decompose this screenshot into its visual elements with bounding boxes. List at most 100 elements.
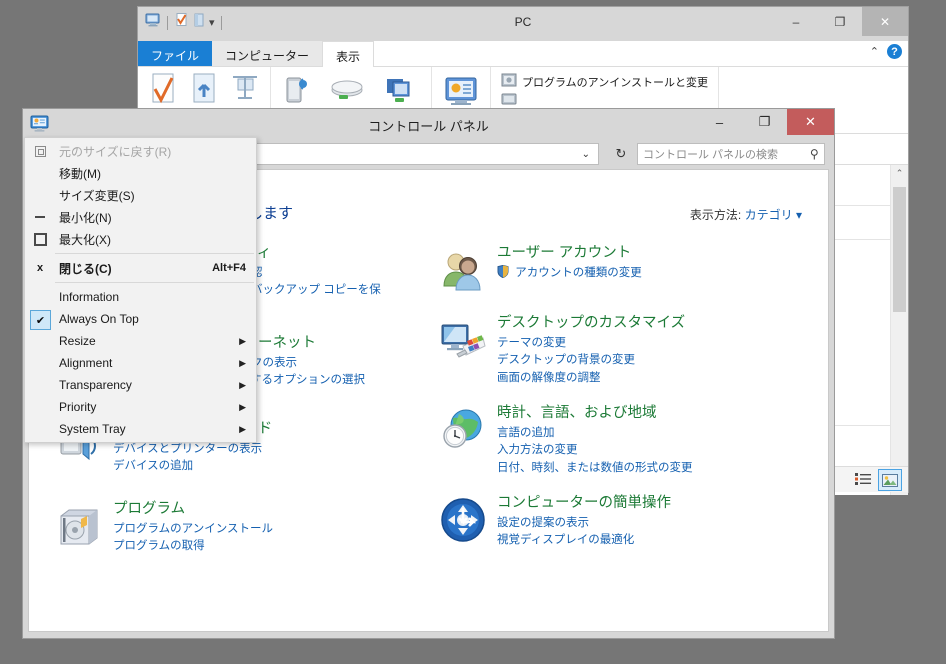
close-icon: x bbox=[25, 257, 55, 279]
pc-ribbon-tabs[interactable]: ファイル コンピューター 表示 ⌃ ? bbox=[138, 41, 908, 67]
minimize-icon bbox=[25, 206, 55, 228]
menu-item-label: 元のサイズに戻す(R) bbox=[59, 143, 171, 160]
menu-item-label: Alignment bbox=[59, 356, 112, 370]
system-tray-icon bbox=[25, 418, 55, 440]
tab-view[interactable]: 表示 bbox=[322, 41, 374, 67]
open-large-icon[interactable] bbox=[189, 73, 219, 112]
menu-item-label: 最大化(X) bbox=[59, 231, 111, 248]
menu-item-label: Priority bbox=[59, 400, 96, 414]
maximize-icon bbox=[25, 228, 55, 250]
view-by-selector[interactable]: 表示方法: カテゴリ ▾ bbox=[690, 206, 802, 223]
pc-window-controls[interactable]: – ❐ ✕ bbox=[774, 7, 908, 36]
category-link[interactable]: テーマの変更 bbox=[497, 335, 781, 352]
menu-item-label: Transparency bbox=[59, 378, 132, 392]
control-panel-titlebar[interactable]: コントロール パネル – ❐ ✕ bbox=[23, 109, 834, 139]
menu-item-minimize[interactable]: 最小化(N) bbox=[25, 206, 256, 228]
chevron-down-icon[interactable]: ▾ bbox=[796, 208, 802, 222]
menu-item-restore[interactable]: 元のサイズに戻す(R) bbox=[25, 140, 256, 162]
system-context-menu[interactable]: 元のサイズに戻す(R) 移動(M) サイズ変更(S) 最小化(N) 最大化(X)… bbox=[24, 137, 257, 443]
ribbon-command-uninstall[interactable]: プログラムのアンインストールと変更 bbox=[501, 72, 708, 91]
help-icon[interactable]: ? bbox=[887, 44, 902, 59]
menu-item-system-tray[interactable]: System Tray ▶ bbox=[25, 418, 256, 440]
menu-item-label: Information bbox=[59, 290, 119, 304]
control-panel-window-controls[interactable]: – ❐ ✕ bbox=[697, 109, 834, 135]
category-ease-of-access[interactable]: コンピューターの簡単操作 設定の提案の表示 視覚ディスプレイの最適化 bbox=[431, 494, 781, 554]
refresh-icon[interactable]: ↻ bbox=[609, 143, 633, 165]
menu-item-resize[interactable]: Resize ▶ bbox=[25, 330, 256, 352]
menu-separator-2 bbox=[27, 282, 254, 283]
category-link[interactable]: 日付、時刻、または数値の形式の変更 bbox=[497, 460, 781, 477]
category-link[interactable]: 言語の追加 bbox=[497, 425, 781, 442]
category-title[interactable]: ユーザー アカウント bbox=[497, 244, 781, 262]
pc-vertical-scrollbar[interactable]: ⌃ ⌄ bbox=[890, 165, 908, 495]
category-link[interactable]: プログラムのアンインストール bbox=[113, 521, 387, 538]
category-user-accounts[interactable]: ユーザー アカウント アカウントの種類の変更 bbox=[431, 244, 781, 300]
search-icon[interactable]: ⚲ bbox=[810, 147, 819, 161]
large-icons-view-icon[interactable] bbox=[878, 469, 902, 491]
menu-item-label: System Tray bbox=[59, 422, 126, 436]
category-link-text: アカウントの種類の変更 bbox=[515, 267, 642, 279]
category-link[interactable]: プログラムの取得 bbox=[113, 538, 387, 555]
view-mode-buttons[interactable] bbox=[852, 469, 902, 491]
category-link[interactable]: 入力方法の変更 bbox=[497, 442, 781, 459]
category-title[interactable]: プログラム bbox=[113, 500, 387, 518]
pc-titlebar[interactable]: ▾ PC – ❐ ✕ bbox=[138, 7, 908, 41]
menu-item-close[interactable]: x 閉じる(C) Alt+F4 bbox=[25, 257, 256, 279]
pc-minimize-button[interactable]: – bbox=[774, 7, 818, 36]
category-title[interactable]: デスクトップのカスタマイズ bbox=[497, 314, 781, 332]
chevron-down-icon[interactable]: ⌄ bbox=[582, 149, 594, 160]
chevron-up-icon[interactable]: ⌃ bbox=[870, 45, 879, 58]
category-link[interactable]: 設定の提案の表示 bbox=[497, 515, 781, 532]
menu-item-label: サイズ変更(S) bbox=[59, 187, 135, 204]
information-icon bbox=[25, 286, 55, 308]
category-link[interactable]: デスクトップの背景の変更 bbox=[497, 352, 781, 369]
menu-item-move[interactable]: 移動(M) bbox=[25, 162, 256, 184]
restore-icon bbox=[25, 140, 55, 162]
details-view-icon[interactable] bbox=[852, 469, 874, 489]
programs-icon bbox=[55, 502, 103, 550]
category-title[interactable]: コンピューターの簡単操作 bbox=[497, 494, 781, 512]
resize-icon bbox=[25, 330, 55, 352]
category-link[interactable]: 画面の解像度の調整 bbox=[497, 370, 781, 387]
submenu-arrow-icon: ▶ bbox=[239, 358, 246, 369]
properties-large-icon[interactable] bbox=[148, 73, 178, 112]
menu-item-alignment[interactable]: Alignment ▶ bbox=[25, 352, 256, 374]
appearance-icon bbox=[439, 316, 487, 364]
search-placeholder: コントロール パネルの検索 bbox=[643, 146, 778, 162]
menu-item-transparency[interactable]: Transparency ▶ bbox=[25, 374, 256, 396]
menu-item-priority[interactable]: Priority ▶ bbox=[25, 396, 256, 418]
rename-large-icon[interactable] bbox=[230, 73, 260, 112]
pc-maximize-button[interactable]: ❐ bbox=[818, 7, 862, 36]
tab-computer[interactable]: コンピューター bbox=[212, 41, 322, 66]
cp-minimize-button[interactable]: – bbox=[697, 109, 742, 135]
view-by-value[interactable]: カテゴリ bbox=[745, 208, 793, 222]
search-input[interactable]: コントロール パネルの検索 ⚲ bbox=[637, 143, 825, 165]
pc-close-button[interactable]: ✕ bbox=[862, 7, 908, 36]
menu-item-label: Resize bbox=[59, 334, 96, 348]
move-icon bbox=[25, 162, 55, 184]
checkmark-icon: ✔ bbox=[30, 310, 51, 330]
ribbon-right-controls[interactable]: ⌃ ? bbox=[870, 44, 902, 59]
cp-close-button[interactable]: ✕ bbox=[787, 109, 834, 135]
category-title[interactable]: 時計、言語、および地域 bbox=[497, 404, 781, 422]
menu-item-maximize[interactable]: 最大化(X) bbox=[25, 228, 256, 250]
scroll-up-icon[interactable]: ⌃ bbox=[891, 165, 908, 182]
category-link[interactable]: デバイスの追加 bbox=[113, 458, 387, 475]
category-link[interactable]: デバイスとプリンターの表示 bbox=[113, 441, 387, 458]
menu-item-information[interactable]: Information bbox=[25, 286, 256, 308]
menu-item-always-on-top[interactable]: ✔ Always On Top bbox=[25, 308, 256, 330]
submenu-arrow-icon: ▶ bbox=[239, 380, 246, 391]
category-programs[interactable]: プログラム プログラムのアンインストール プログラムの取得 bbox=[47, 500, 387, 566]
category-link[interactable]: 視覚ディスプレイの最適化 bbox=[497, 532, 781, 549]
menu-item-label: 移動(M) bbox=[59, 165, 101, 182]
category-clock-language[interactable]: 時計、言語、および地域 言語の追加 入力方法の変更 日付、時刻、または数値の形式… bbox=[431, 404, 781, 480]
desktop-background: ▾ PC – ❐ ✕ ファイル コンピューター 表示 ⌃ ? bbox=[0, 0, 946, 664]
tab-file[interactable]: ファイル bbox=[138, 41, 212, 66]
menu-separator bbox=[27, 253, 254, 254]
category-appearance[interactable]: デスクトップのカスタマイズ テーマの変更 デスクトップの背景の変更 画面の解像度… bbox=[431, 314, 781, 390]
user-accounts-icon bbox=[439, 246, 487, 294]
cp-maximize-button[interactable]: ❐ bbox=[742, 109, 787, 135]
menu-item-size[interactable]: サイズ変更(S) bbox=[25, 184, 256, 206]
category-link[interactable]: アカウントの種類の変更 bbox=[497, 265, 781, 284]
scrollbar-thumb[interactable] bbox=[893, 187, 906, 312]
